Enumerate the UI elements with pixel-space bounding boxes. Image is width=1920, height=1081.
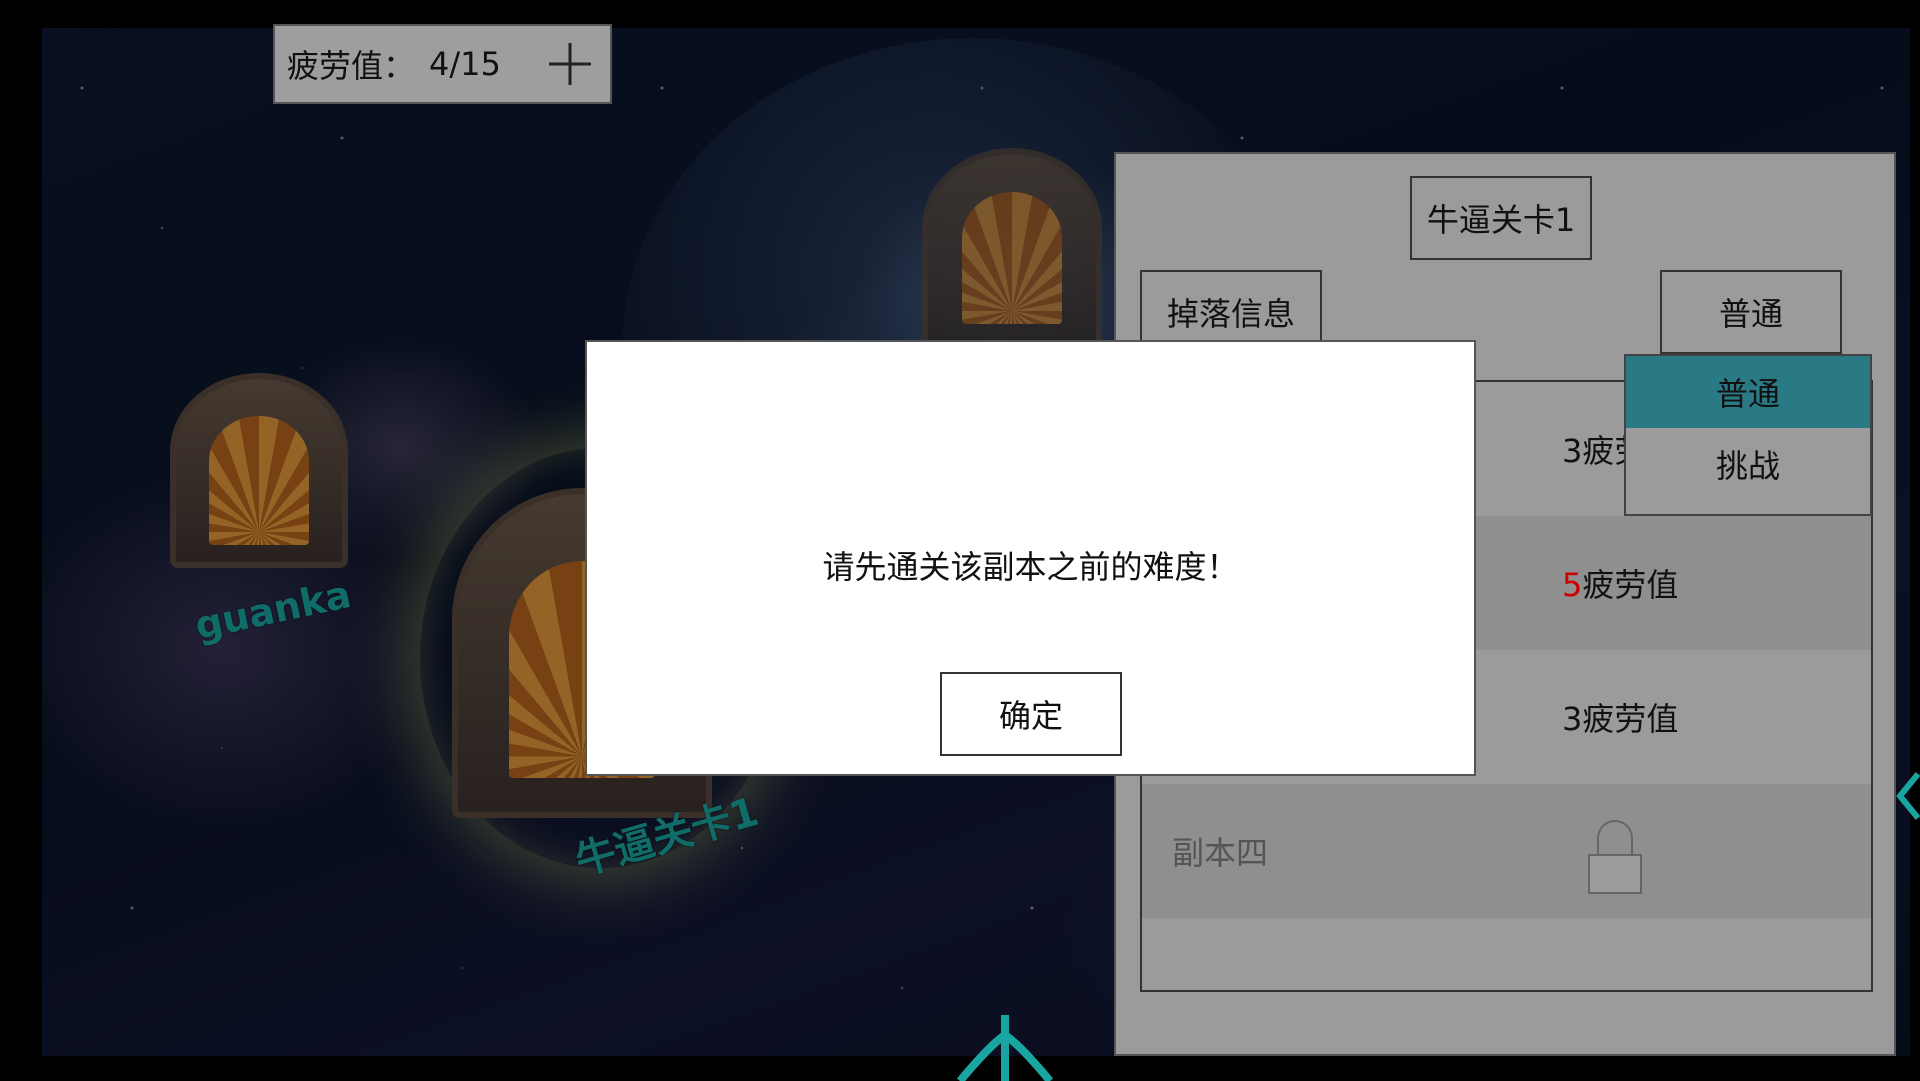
fatigue-label: 疲劳值： bbox=[287, 47, 416, 85]
stage-title: 牛逼关卡1 bbox=[1410, 176, 1592, 260]
confirm-button[interactable]: 确定 bbox=[940, 672, 1122, 756]
fatigue-display: 疲劳值： 4/15 bbox=[273, 24, 612, 104]
difficulty-selected-value: 普通 bbox=[1718, 295, 1783, 333]
alert-message: 请先通关该副本之前的难度！ bbox=[822, 548, 1239, 586]
bottom-nav-emblem-icon bbox=[956, 1015, 1054, 1081]
lock-icon bbox=[1588, 820, 1642, 896]
fatigue-value: 4/15 bbox=[429, 45, 501, 83]
cost-unit: 疲劳值 bbox=[1582, 700, 1679, 738]
difficulty-select[interactable]: 普通 bbox=[1660, 270, 1842, 354]
dungeon-cost: 5疲劳值 bbox=[1562, 560, 1678, 606]
difficulty-option-challenge[interactable]: 挑战 bbox=[1626, 428, 1870, 500]
difficulty-option-label: 挑战 bbox=[1715, 447, 1780, 485]
stage-title-text: 牛逼关卡1 bbox=[1426, 201, 1576, 239]
cost-number: 3 bbox=[1562, 700, 1583, 738]
cost-unit: 疲劳值 bbox=[1582, 566, 1679, 604]
dungeon-cost: 3疲劳值 bbox=[1562, 694, 1678, 740]
difficulty-option-normal[interactable]: 普通 bbox=[1626, 356, 1870, 428]
cost-number: 3 bbox=[1562, 432, 1583, 470]
lock-body bbox=[1588, 854, 1642, 894]
difficulty-option-label: 普通 bbox=[1715, 375, 1780, 413]
confirm-button-label: 确定 bbox=[998, 697, 1063, 735]
dungeon-row-4-locked: 副本四 bbox=[1142, 784, 1871, 918]
cost-number: 5 bbox=[1562, 566, 1583, 604]
chevron-left-icon[interactable] bbox=[1896, 768, 1920, 824]
lock-shackle bbox=[1597, 820, 1633, 856]
drop-info-label: 掉落信息 bbox=[1166, 295, 1295, 333]
dungeon-name: 副本四 bbox=[1172, 834, 1269, 872]
plus-icon bbox=[549, 43, 591, 85]
difficulty-dropdown-menu: 普通 挑战 bbox=[1624, 354, 1872, 516]
add-fatigue-button[interactable] bbox=[544, 38, 596, 90]
alert-dialog: 请先通关该副本之前的难度！ 确定 bbox=[585, 340, 1476, 776]
